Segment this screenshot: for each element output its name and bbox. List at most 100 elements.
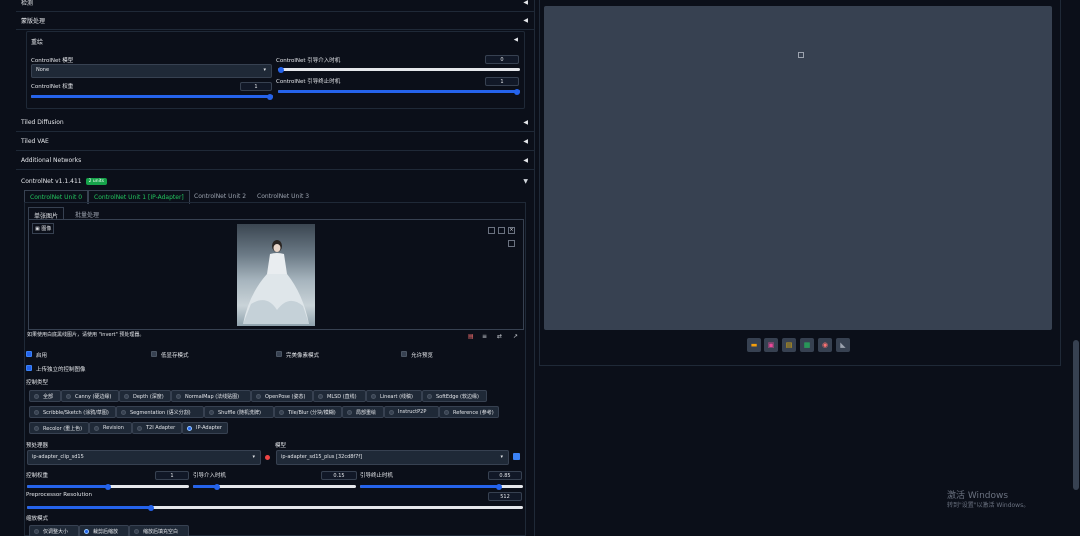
control-type-option[interactable]: Reference (参考) xyxy=(439,406,499,418)
pixel-perfect-checkbox[interactable] xyxy=(276,351,282,357)
control-type-option[interactable]: NormalMap (法线贴图) xyxy=(171,390,251,402)
ruler-icon[interactable]: ◣ xyxy=(836,338,850,352)
end-step-input[interactable]: 0.85 xyxy=(488,471,522,480)
edit-icon[interactable] xyxy=(498,227,505,234)
controlnet-header[interactable]: ControlNet v1.1.411 2 units ▼ xyxy=(16,172,534,190)
accordion-mask[interactable]: 蒙版处理 ◀ xyxy=(16,12,534,30)
start-step-input[interactable]: 0.15 xyxy=(321,471,357,480)
cn-start-slider[interactable] xyxy=(278,66,520,73)
scrollbar[interactable] xyxy=(1072,0,1080,536)
redraw-title: 重绘 xyxy=(31,39,44,46)
control-type-option[interactable]: Recolor (重上色) xyxy=(29,422,89,434)
control-type-option[interactable]: OpenPose (姿态) xyxy=(251,390,313,402)
resize-mode-label: 缩放模式 xyxy=(26,516,49,522)
model-select[interactable]: ip-adapter_sd15_plus [32cd8f7f] ▾ xyxy=(276,450,509,465)
zip-icon[interactable]: ▤ xyxy=(782,338,796,352)
image-label: ▣ 图像 xyxy=(32,223,55,234)
caret-left-icon: ◀ xyxy=(523,157,528,164)
resize-icon[interactable] xyxy=(508,240,515,247)
accordion-tiled-vae[interactable]: Tiled VAE ◀ xyxy=(16,133,534,151)
pixel-perfect-label: 完美像素模式 xyxy=(286,353,320,359)
control-type-option[interactable]: 全部 xyxy=(29,390,61,402)
start-step-label: 引导介入时机 xyxy=(193,473,227,479)
slider-thumb[interactable] xyxy=(105,483,111,490)
resize-option[interactable]: 缩放后填充空白 xyxy=(129,525,189,536)
caret-left-icon: ◀ xyxy=(513,37,518,43)
control-type-option[interactable]: Scribble/Sketch (涂鸦/草图) xyxy=(29,406,116,418)
cn-weight-slider[interactable] xyxy=(31,93,273,100)
column-divider xyxy=(534,0,535,536)
caret-left-icon: ◀ xyxy=(523,119,528,126)
save-icon[interactable]: ▣ xyxy=(764,338,778,352)
caret-left-icon: ◀ xyxy=(523,0,528,6)
list-icon[interactable]: ≡ xyxy=(482,333,487,340)
image-label-text: 图像 xyxy=(41,226,52,232)
slider-thumb[interactable] xyxy=(214,483,221,490)
control-type-option[interactable]: Lineart (线稿) xyxy=(366,390,422,402)
windows-watermark-sub: 转到"设置"以激活 Windows。 xyxy=(947,502,1030,509)
control-type-label: 控制类型 xyxy=(26,380,49,386)
file-icon[interactable]: ▤ xyxy=(468,333,474,340)
copy-icon[interactable] xyxy=(488,227,495,234)
control-type-option[interactable]: 局部重绘 xyxy=(342,406,384,418)
resize-option-selected[interactable]: 裁剪后缩放 xyxy=(79,525,129,536)
control-type-option[interactable]: Depth (深度) xyxy=(119,390,171,402)
control-weight-input[interactable]: 1 xyxy=(155,471,189,480)
folder-icon[interactable]: ▬ xyxy=(747,338,761,352)
control-type-option[interactable]: MLSD (直线) xyxy=(313,390,366,402)
arrow-up-icon[interactable]: ↗ xyxy=(513,333,518,340)
upload-separate-label: 上传独立的控制图像 xyxy=(36,367,86,373)
control-type-option[interactable]: Revision xyxy=(89,422,132,434)
palette-icon[interactable]: ◉ xyxy=(818,338,832,352)
accordion-detect[interactable]: 检测 ◀ xyxy=(16,0,534,12)
refresh-icon[interactable] xyxy=(513,453,520,460)
control-type-option[interactable]: SoftEdge (软边缘) xyxy=(422,390,487,402)
slider-thumb[interactable] xyxy=(148,504,154,511)
image-icon[interactable]: ▦ xyxy=(800,338,814,352)
scrollbar-thumb[interactable] xyxy=(1073,340,1079,490)
end-step-label: 引导终止时机 xyxy=(360,473,394,479)
close-icon[interactable]: × xyxy=(508,227,515,234)
image-upload-box[interactable]: ▣ 图像 × xyxy=(28,219,524,330)
resize-option[interactable]: 仅调整大小 xyxy=(29,525,79,536)
accordion-additional-networks[interactable]: Additional Networks ◀ xyxy=(16,152,534,170)
slider-thumb[interactable] xyxy=(495,483,502,490)
cn-end-slider[interactable] xyxy=(278,88,520,95)
lowvram-checkbox[interactable] xyxy=(151,351,157,357)
cn-end-input[interactable]: 1 xyxy=(485,77,519,86)
model-label: 模型 xyxy=(275,443,287,449)
swap-icon[interactable]: ⇄ xyxy=(497,333,502,340)
accordion-label: Additional Networks xyxy=(21,157,82,164)
enable-checkbox[interactable] xyxy=(26,351,32,357)
slider-thumb[interactable] xyxy=(267,93,273,100)
cn-weight-input[interactable]: 1 xyxy=(240,82,272,91)
preprocessor-select[interactable]: ip-adapter_clip_sd15 ▾ xyxy=(27,450,261,465)
preprocessor-resolution-input[interactable]: 512 xyxy=(488,492,522,501)
slider-thumb[interactable] xyxy=(514,88,520,95)
control-type-option[interactable]: Canny (硬边缘) xyxy=(61,390,119,402)
control-type-option[interactable]: Tile/Blur (分块/模糊) xyxy=(274,406,342,418)
control-type-option[interactable]: Segmentation (语义分割) xyxy=(116,406,204,418)
cn-start-label: ControlNet 引导介入时机 xyxy=(276,58,341,64)
start-step-slider[interactable] xyxy=(193,483,356,490)
preview-checkbox[interactable] xyxy=(401,351,407,357)
control-type-option[interactable]: Shuffle (随机洗牌) xyxy=(204,406,274,418)
control-weight-slider[interactable] xyxy=(27,483,189,490)
caret-left-icon: ◀ xyxy=(523,138,528,145)
control-type-option[interactable]: InstructP2P xyxy=(384,406,439,418)
run-preprocessor-icon[interactable] xyxy=(265,455,270,460)
preprocessor-label: 预处理器 xyxy=(26,443,49,449)
control-type-option[interactable]: T2I Adapter xyxy=(132,422,182,434)
cn-start-input[interactable]: 0 xyxy=(485,55,519,64)
preprocessor-resolution-slider[interactable] xyxy=(27,504,523,511)
slider-thumb[interactable] xyxy=(278,66,284,73)
end-step-slider[interactable] xyxy=(360,483,523,490)
image-icon: ▣ xyxy=(35,226,40,232)
cn-model-select[interactable]: None ▾ xyxy=(31,64,272,78)
upload-separate-checkbox[interactable] xyxy=(26,365,32,371)
cn-weight-label: ControlNet 权重 xyxy=(31,84,74,90)
output-gallery[interactable] xyxy=(544,6,1052,330)
control-type-option-selected[interactable]: IP-Adapter xyxy=(182,422,228,434)
chevron-down-icon: ▾ xyxy=(500,454,503,460)
accordion-tiled-diffusion[interactable]: Tiled Diffusion ◀ xyxy=(16,114,534,132)
